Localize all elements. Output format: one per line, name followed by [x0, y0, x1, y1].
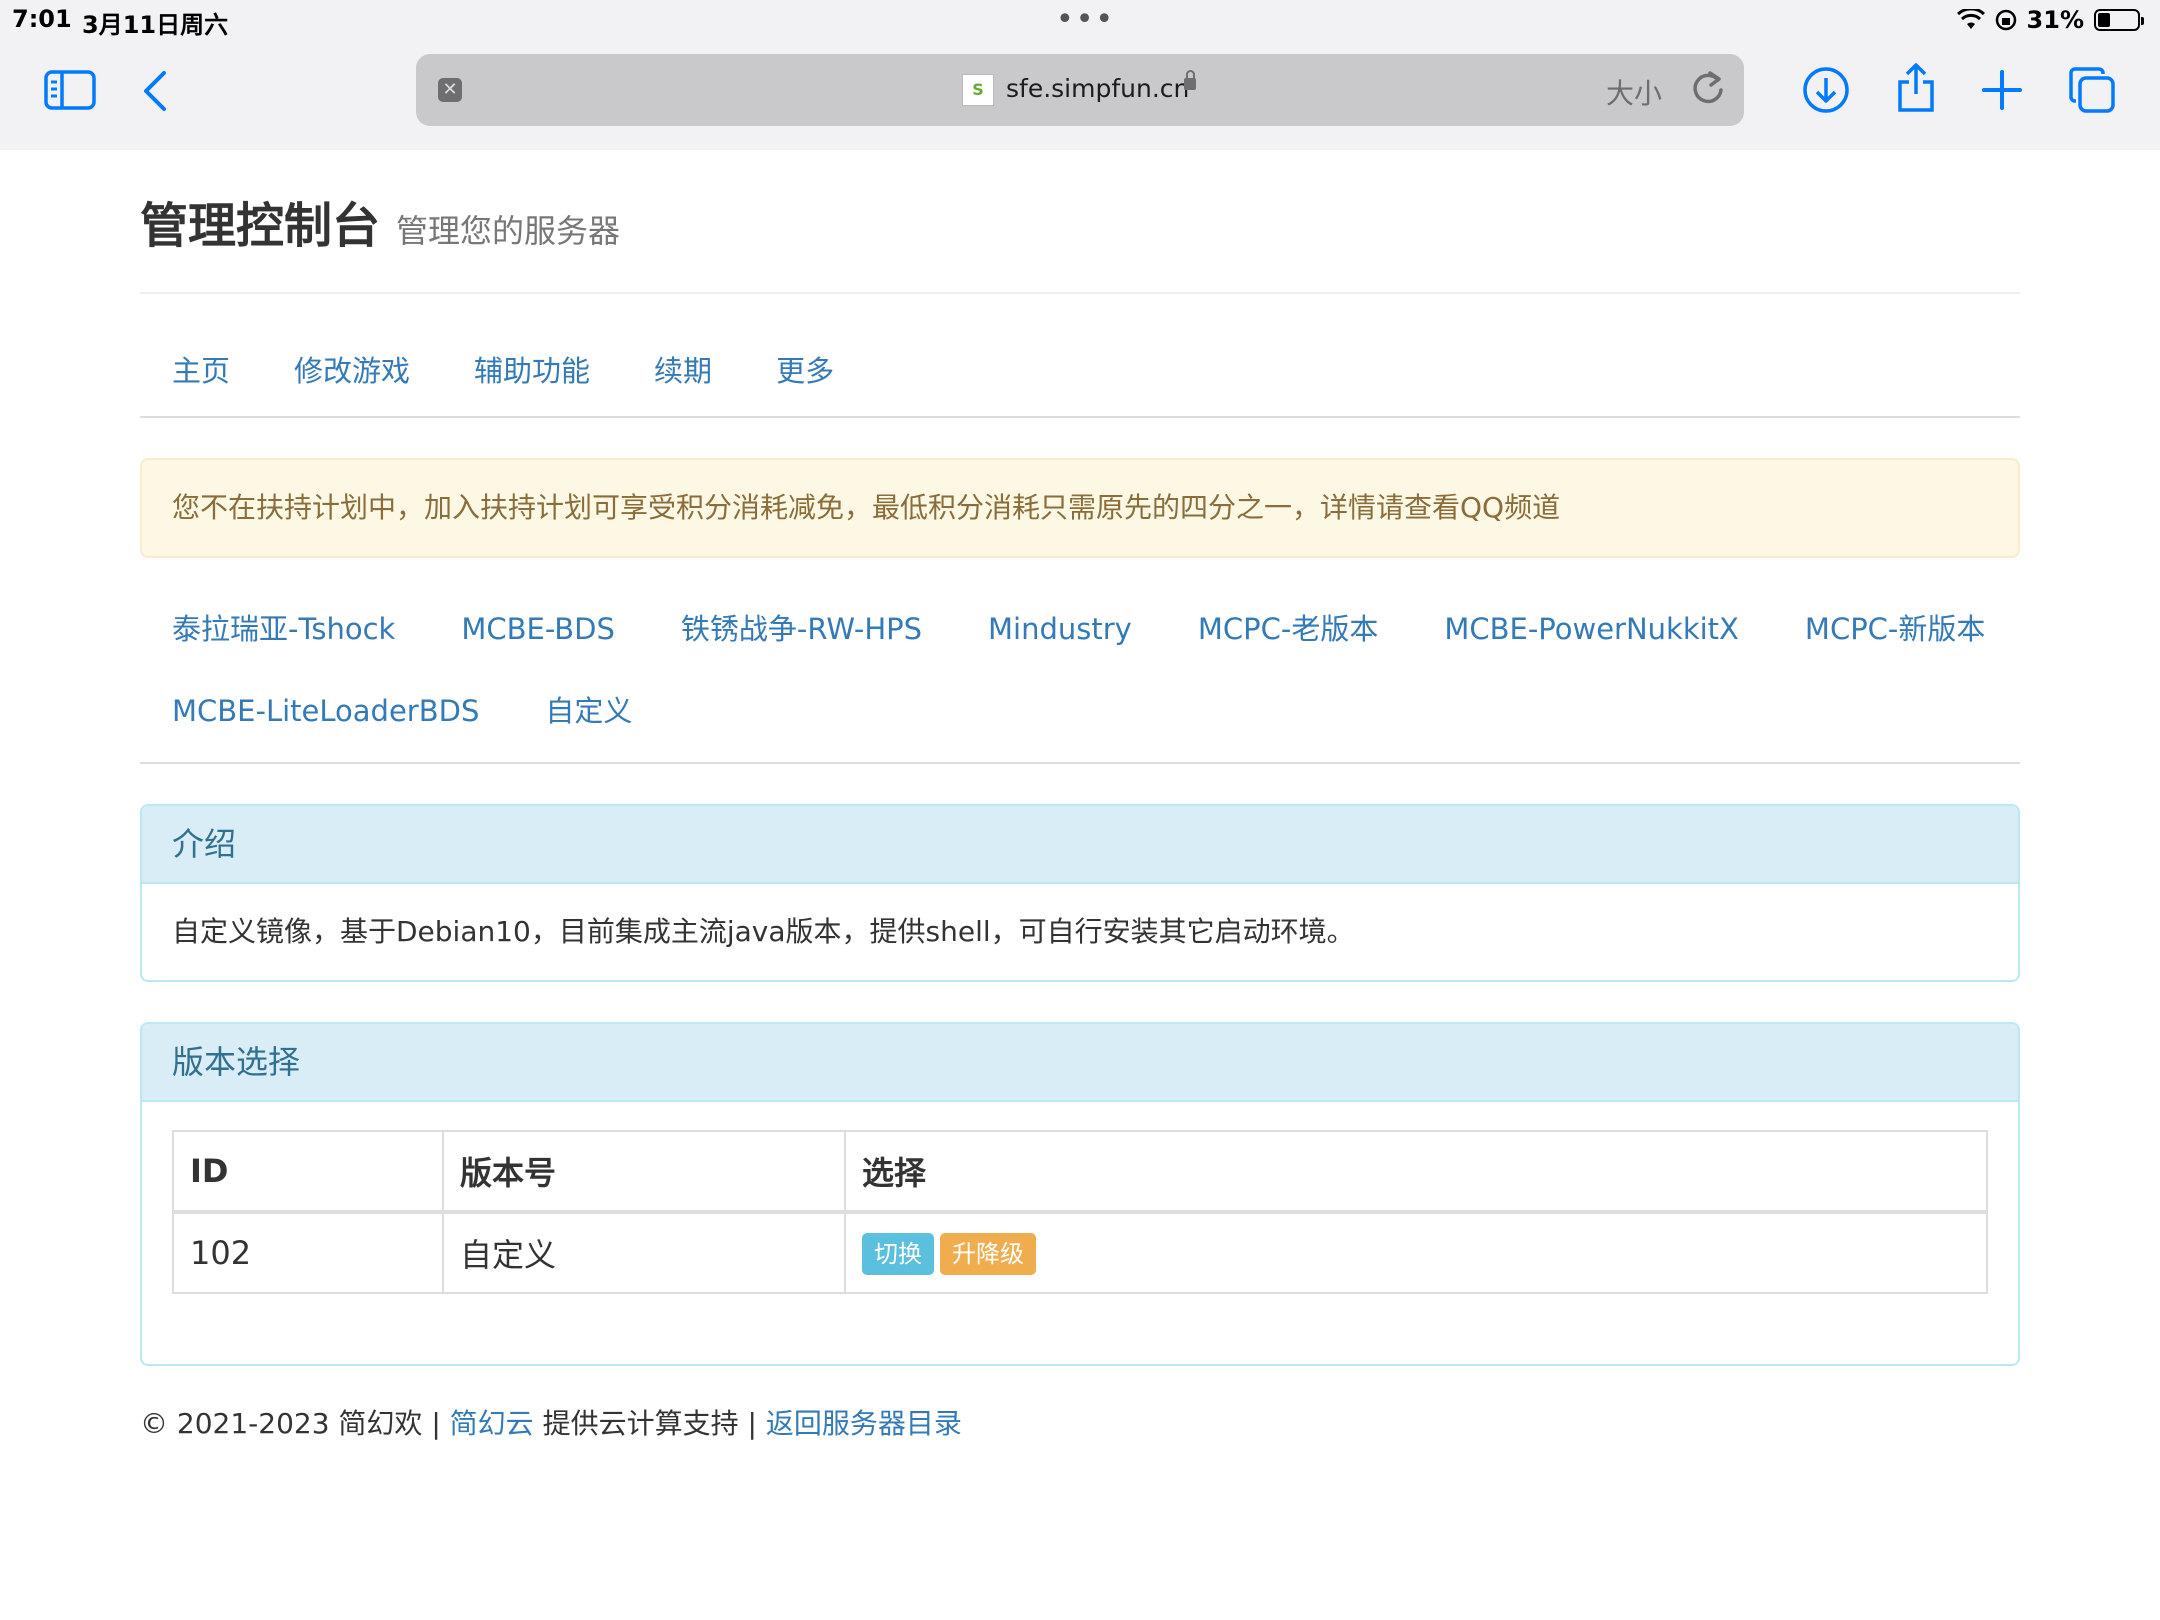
battery-icon [2094, 9, 2144, 31]
table-header-row: ID 版本号 选择 [172, 1130, 1988, 1214]
url-text[interactable]: sfe.simpfun.cn [1006, 74, 1189, 103]
back-button[interactable] [140, 70, 170, 112]
close-tab-icon[interactable]: ✕ [438, 78, 462, 102]
reload-icon [1693, 71, 1723, 104]
game-tab-terraria-tshock[interactable]: 泰拉瑞亚-Tshock [140, 588, 429, 670]
status-time: 7:01 [12, 5, 72, 33]
tabs-icon [2069, 67, 2115, 113]
status-date: 3月11日周六 [82, 11, 229, 39]
version-body: ID 版本号 选择 102 自定义 切换 升降级 [142, 1102, 2018, 1364]
nav-renew[interactable]: 续期 [622, 346, 744, 416]
page-subtitle: 管理您的服务器 [396, 212, 621, 250]
share-icon [1898, 63, 1934, 112]
text-size-button[interactable]: 大小 [1606, 72, 1662, 112]
orientation-lock-icon [1995, 9, 2016, 31]
page-content: 管理控制台 管理您的服务器 主页 修改游戏 辅助功能 续期 更多 您不在扶持计划… [140, 150, 2020, 1442]
tabs-overview-button[interactable] [2068, 66, 2116, 114]
share-button[interactable] [1896, 62, 1936, 114]
page-title-text: 管理控制台 [140, 198, 381, 254]
column-header-id: ID [172, 1130, 444, 1214]
address-bar[interactable]: ✕ S sfe.simpfun.cn 大小 [416, 54, 1744, 126]
game-tab-mcpc-old[interactable]: MCPC-老版本 [1166, 588, 1412, 670]
page-header: 管理控制台 管理您的服务器 [140, 150, 2020, 294]
intro-panel: 介绍 自定义镜像，基于Debian10，目前集成主流java版本，提供shell… [140, 804, 2020, 982]
footer-middle-text: 提供云计算支持 | [542, 1407, 757, 1440]
site-favicon: S [962, 74, 994, 106]
wifi-icon [1956, 9, 1985, 29]
new-tab-button[interactable] [1982, 70, 2022, 110]
switch-button[interactable]: 切换 [862, 1232, 934, 1275]
chevron-left-icon [144, 71, 166, 111]
plus-icon [1982, 70, 2022, 110]
status-right: 31% [1956, 6, 2144, 34]
footer: © 2021-2023 简幻欢 | 简幻云 提供云计算支持 | 返回服务器目录 [140, 1402, 2020, 1442]
cell-id: 102 [172, 1211, 444, 1294]
lock-icon [1184, 70, 1196, 90]
sidebar-icon [44, 70, 96, 110]
game-tab-mindustry[interactable]: Mindustry [956, 588, 1166, 670]
column-header-select: 选择 [844, 1130, 1988, 1214]
sidebar-toggle-button[interactable] [44, 70, 96, 110]
game-tab-mcbe-liteloaderbds[interactable]: MCBE-LiteLoaderBDS [140, 670, 513, 752]
footer-link-simpfun[interactable]: 简幻云 [450, 1407, 534, 1440]
battery-fill [2098, 13, 2110, 27]
cell-version: 自定义 [442, 1211, 846, 1294]
browser-chrome: 7:01 3月11日周六 ••• 31% ✕ S sfe.simpfun.cn … [0, 0, 2160, 150]
game-tab-mcbe-powernukkitx[interactable]: MCBE-PowerNukkitX [1412, 588, 1773, 670]
version-table: ID 版本号 选择 102 自定义 切换 升降级 [172, 1130, 1988, 1294]
upgrade-downgrade-button[interactable]: 升降级 [940, 1232, 1036, 1275]
game-type-nav: 泰拉瑞亚-Tshock MCBE-BDS 铁锈战争-RW-HPS Mindust… [140, 588, 2020, 764]
cell-actions: 切换 升降级 [844, 1211, 1988, 1294]
footer-link-server-list[interactable]: 返回服务器目录 [766, 1407, 962, 1440]
game-tab-mcbe-bds[interactable]: MCBE-BDS [429, 588, 649, 670]
battery-percent: 31% [2026, 6, 2084, 34]
footer-copyright: © 2021-2023 简幻欢 | [140, 1407, 441, 1440]
table-row: 102 自定义 切换 升降级 [172, 1211, 1988, 1294]
nav-aux-functions[interactable]: 辅助功能 [442, 346, 622, 416]
status-bar: 7:01 3月11日周六 ••• 31% [0, 0, 2160, 40]
downloads-button[interactable] [1802, 66, 1850, 114]
reload-button[interactable] [1688, 66, 1728, 114]
intro-heading: 介绍 [142, 806, 2018, 884]
support-plan-alert: 您不在扶持计划中，加入扶持计划可享受积分消耗减免，最低积分消耗只需原先的四分之一… [140, 458, 2020, 558]
nav-home[interactable]: 主页 [140, 346, 262, 416]
nav-more[interactable]: 更多 [744, 346, 866, 416]
download-icon [1803, 67, 1849, 113]
game-tab-rusted-warfare[interactable]: 铁锈战争-RW-HPS [649, 588, 956, 670]
game-tab-custom[interactable]: 自定义 [513, 670, 666, 752]
main-nav: 主页 修改游戏 辅助功能 续期 更多 [140, 346, 2020, 418]
nav-change-game[interactable]: 修改游戏 [262, 346, 442, 416]
page-title: 管理控制台 管理您的服务器 [140, 186, 2020, 256]
intro-body: 自定义镜像，基于Debian10，目前集成主流java版本，提供shell，可自… [172, 915, 1355, 948]
column-header-version: 版本号 [442, 1130, 846, 1214]
multitasking-dots-icon[interactable]: ••• [1056, 2, 1115, 37]
game-tab-mcpc-new[interactable]: MCPC-新版本 [1773, 588, 2019, 670]
version-heading: 版本选择 [142, 1024, 2018, 1102]
version-panel: 版本选择 ID 版本号 选择 102 自定义 切换 升降级 [140, 1022, 2020, 1366]
